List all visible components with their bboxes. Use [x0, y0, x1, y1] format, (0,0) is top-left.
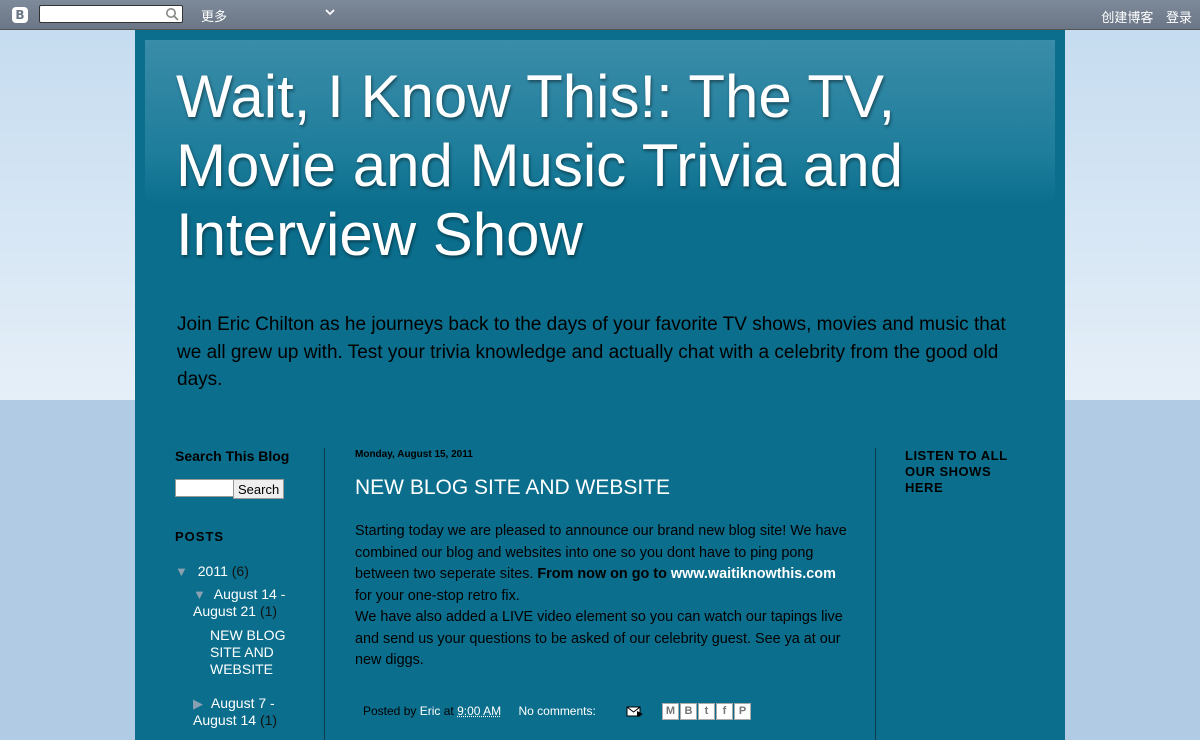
- blog-title[interactable]: Wait, I Know This!: The TV, Movie and Mu…: [176, 62, 996, 269]
- search-widget-title: Search This Blog: [175, 448, 290, 464]
- twitter-share-icon[interactable]: t: [698, 703, 715, 720]
- search-icon[interactable]: [165, 7, 179, 21]
- post-text: for your one-stop retro fix.: [355, 587, 520, 604]
- post-author-link[interactable]: Eric: [420, 704, 441, 718]
- post-date: Monday, August 15, 2011: [355, 449, 473, 460]
- listen-widget-title: LISTEN TO ALL OUR SHOWS HERE: [905, 448, 1008, 495]
- more-menu[interactable]: 更多: [201, 6, 227, 25]
- archive-week-count: (1): [259, 712, 278, 728]
- gmail-share-icon[interactable]: M: [662, 703, 679, 720]
- post-title[interactable]: NEW BLOG SITE AND WEBSITE: [355, 476, 670, 500]
- navbar-search-box: [39, 5, 183, 23]
- blogger-logo-icon[interactable]: B: [12, 7, 28, 23]
- blogger-share-icon[interactable]: B: [680, 703, 697, 720]
- create-blog-link[interactable]: 创建博客: [1101, 10, 1153, 25]
- post-text: We have also added a LIVE video element …: [355, 609, 843, 668]
- blog-search-input[interactable]: [175, 479, 235, 497]
- post-footer: Posted by Eric at 9:00 AM No comments:: [363, 704, 596, 718]
- website-link[interactable]: www.waitiknowthis.com: [671, 566, 836, 582]
- blog-container: Wait, I Know This!: The TV, Movie and Mu…: [135, 30, 1065, 740]
- column-divider: [324, 448, 325, 740]
- pinterest-share-icon[interactable]: P: [734, 703, 751, 720]
- facebook-share-icon[interactable]: f: [716, 703, 733, 720]
- archive-year-label[interactable]: 2011: [198, 563, 228, 579]
- post-bold-text: From now on go to: [537, 566, 671, 582]
- archive-post-link[interactable]: NEW BLOG SITE AND WEBSITE: [210, 627, 295, 678]
- blog-search-form: Search: [175, 479, 285, 499]
- post-time-link[interactable]: 9:00 AM: [457, 704, 501, 718]
- blog-search-button[interactable]: Search: [233, 479, 285, 499]
- navbar: B 更多 创建博客 登录: [0, 0, 1200, 30]
- email-icon[interactable]: [626, 704, 644, 718]
- archive-year-2011[interactable]: ▼ 2011 (6): [175, 563, 249, 580]
- blog-header: Wait, I Know This!: The TV, Movie and Mu…: [145, 40, 1055, 268]
- archive-week-aug7[interactable]: ▶ August 7 - August 14 (1): [193, 695, 318, 729]
- collapse-triangle-icon[interactable]: ▼: [193, 587, 206, 602]
- column-divider: [875, 448, 876, 740]
- blog-description: Join Eric Chilton as he journeys back to…: [177, 314, 1006, 390]
- chevron-down-icon[interactable]: [325, 7, 335, 17]
- comments-link[interactable]: No comments:: [518, 704, 595, 718]
- archive-week-count: (1): [259, 603, 278, 619]
- login-link[interactable]: 登录: [1166, 10, 1192, 25]
- posts-widget-title: POSTS: [175, 529, 225, 544]
- at-label: at: [443, 704, 454, 718]
- post-body: Starting today we are pleased to announc…: [355, 521, 855, 672]
- navbar-right-links: 创建博客 登录: [1092, 7, 1192, 26]
- share-buttons: M B t f P: [662, 703, 752, 720]
- posted-by-label: Posted by: [363, 704, 417, 718]
- archive-week-aug14[interactable]: ▼ August 14 - August 21 (1): [193, 586, 318, 620]
- archive-year-count: (6): [231, 563, 249, 579]
- expand-triangle-icon[interactable]: ▶: [193, 696, 203, 711]
- navbar-search-input[interactable]: [43, 8, 163, 22]
- collapse-triangle-icon[interactable]: ▼: [175, 564, 188, 579]
